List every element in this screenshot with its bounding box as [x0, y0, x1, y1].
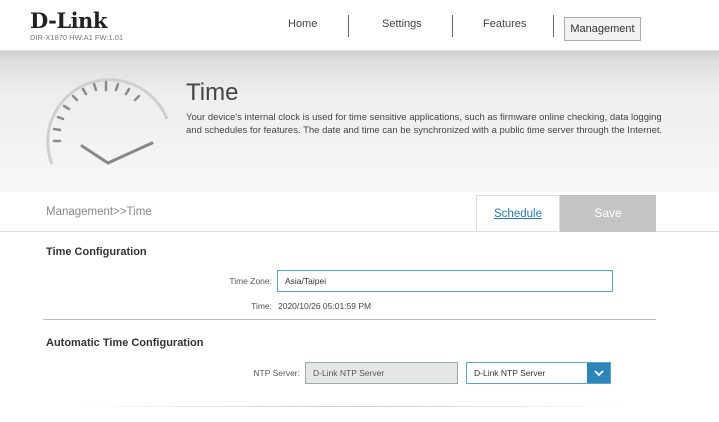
dlink-logo: D-Link — [30, 8, 107, 33]
time-zone-input[interactable]: Asia/Taipei — [277, 270, 613, 292]
model-info: DIR-X1870 HW:A1 FW:1.01 — [30, 33, 124, 42]
nav-home[interactable]: Home — [288, 18, 317, 30]
nav-divider — [452, 15, 453, 37]
schedule-button[interactable]: Schedule — [476, 195, 560, 231]
save-button[interactable]: Save — [560, 195, 656, 232]
nav-management[interactable]: Management — [564, 17, 641, 41]
ntp-server-input[interactable]: D-Link NTP Server — [305, 362, 458, 384]
nav-settings[interactable]: Settings — [382, 18, 422, 30]
clock-icon — [46, 78, 169, 165]
section-divider — [43, 319, 656, 320]
page-title: Time — [186, 79, 239, 106]
nav-divider — [553, 15, 554, 37]
ntp-server-select[interactable]: D-Link NTP Server — [466, 362, 611, 384]
time-value: 2020/10/26 05:01:59 PM — [278, 301, 372, 311]
time-zone-label: Time Zone: — [229, 276, 272, 286]
auto-time-title: Automatic Time Configuration — [46, 337, 204, 349]
chevron-down-icon[interactable] — [587, 363, 610, 383]
time-label: Time: — [251, 301, 272, 311]
top-header: D-Link DIR-X1870 HW:A1 FW:1.01 Home Sett… — [0, 0, 719, 51]
nav-divider — [348, 15, 349, 37]
ntp-server-label: NTP Server: — [253, 368, 300, 378]
breadcrumb: Management>>Time — [46, 206, 152, 218]
page-description: Your device's internal clock is used for… — [186, 112, 663, 136]
banner-shade — [0, 51, 719, 63]
nav-features[interactable]: Features — [483, 18, 526, 30]
time-config-title: Time Configuration — [46, 246, 147, 258]
ntp-select-value: D-Link NTP Server — [474, 368, 546, 378]
section-divider — [70, 406, 630, 407]
